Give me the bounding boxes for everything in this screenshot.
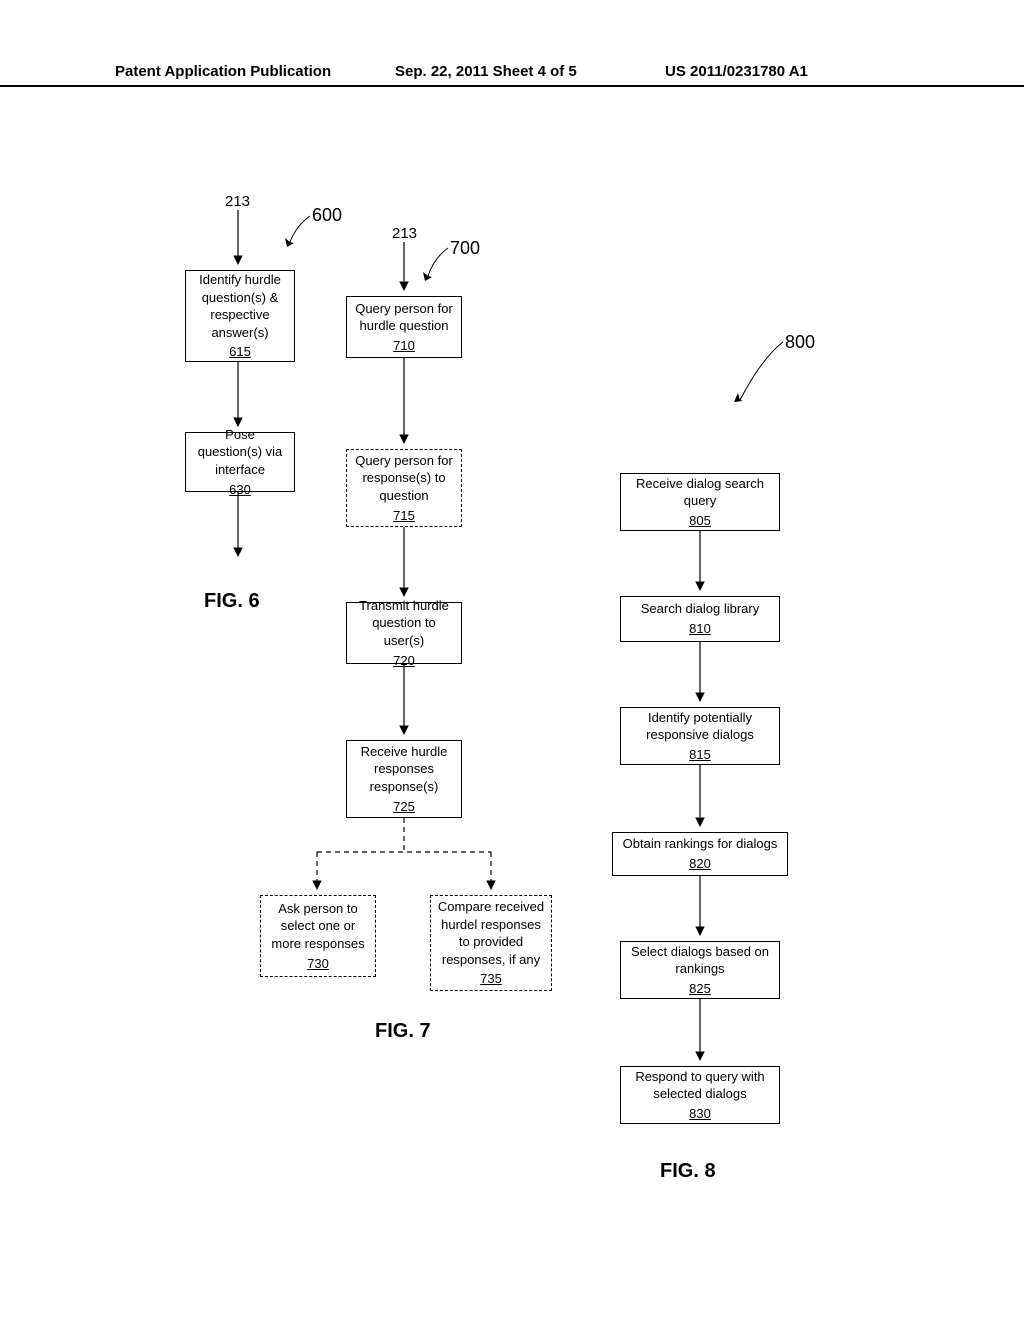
header-left: Patent Application Publication [115,63,331,80]
box-805-num: 805 [689,512,711,530]
box-825: Select dialogs based on rankings 825 [620,941,780,999]
box-725-num: 725 [393,798,415,816]
box-820-text: Obtain rankings for dialogs [623,835,778,853]
box-630: Pose question(s) via interface 630 [185,432,295,492]
box-720-num: 720 [393,652,415,670]
fig8-caption: FIG. 8 [660,1160,716,1183]
box-715-text: Query person for response(s) to question [353,452,455,505]
patent-page: Patent Application Publication Sep. 22, … [0,0,1024,1320]
box-630-num: 630 [229,481,251,499]
label-213-a: 213 [225,193,250,210]
fig7-caption: FIG. 7 [375,1020,431,1043]
box-815-num: 815 [689,746,711,764]
box-815-text: Identify potentially responsive dialogs [627,709,773,744]
header-center: Sep. 22, 2011 Sheet 4 of 5 [395,63,577,80]
fig6-caption: FIG. 6 [204,590,260,613]
box-825-num: 825 [689,980,711,998]
label-600: 600 [312,205,342,226]
label-700: 700 [450,238,480,259]
box-725-text: Receive hurdle responses response(s) [353,743,455,796]
box-820-num: 820 [689,855,711,873]
box-805: Receive dialog search query 805 [620,473,780,531]
connectors-svg [0,0,1024,1320]
header-rule [0,85,1024,87]
box-810: Search dialog library 810 [620,596,780,642]
box-715-num: 715 [393,507,415,525]
box-820: Obtain rankings for dialogs 820 [612,832,788,876]
box-810-num: 810 [689,620,711,638]
header-right: US 2011/0231780 A1 [665,63,808,80]
box-805-text: Receive dialog search query [627,475,773,510]
box-830-text: Respond to query with selected dialogs [627,1068,773,1103]
box-735-text: Compare received hurdel responses to pro… [437,898,545,968]
box-615: Identify hurdle question(s) & respective… [185,270,295,362]
box-715: Query person for response(s) to question… [346,449,462,527]
box-810-text: Search dialog library [641,600,760,618]
box-725: Receive hurdle responses response(s) 725 [346,740,462,818]
box-815: Identify potentially responsive dialogs … [620,707,780,765]
box-735-num: 735 [480,970,502,988]
box-730-text: Ask person to select one or more respons… [267,900,369,953]
box-830: Respond to query with selected dialogs 8… [620,1066,780,1124]
box-710: Query person for hurdle question 710 [346,296,462,358]
box-615-num: 615 [229,343,251,361]
box-630-text: Pose question(s) via interface [192,426,288,479]
box-720-text: Transmit hurdle question to user(s) [353,597,455,650]
box-720: Transmit hurdle question to user(s) 720 [346,602,462,664]
box-730-num: 730 [307,955,329,973]
label-800: 800 [785,332,815,353]
box-615-text: Identify hurdle question(s) & respective… [192,271,288,341]
box-730: Ask person to select one or more respons… [260,895,376,977]
box-710-text: Query person for hurdle question [353,300,455,335]
box-735: Compare received hurdel responses to pro… [430,895,552,991]
box-710-num: 710 [393,337,415,355]
label-213-b: 213 [392,225,417,242]
box-830-num: 830 [689,1105,711,1123]
box-825-text: Select dialogs based on rankings [627,943,773,978]
